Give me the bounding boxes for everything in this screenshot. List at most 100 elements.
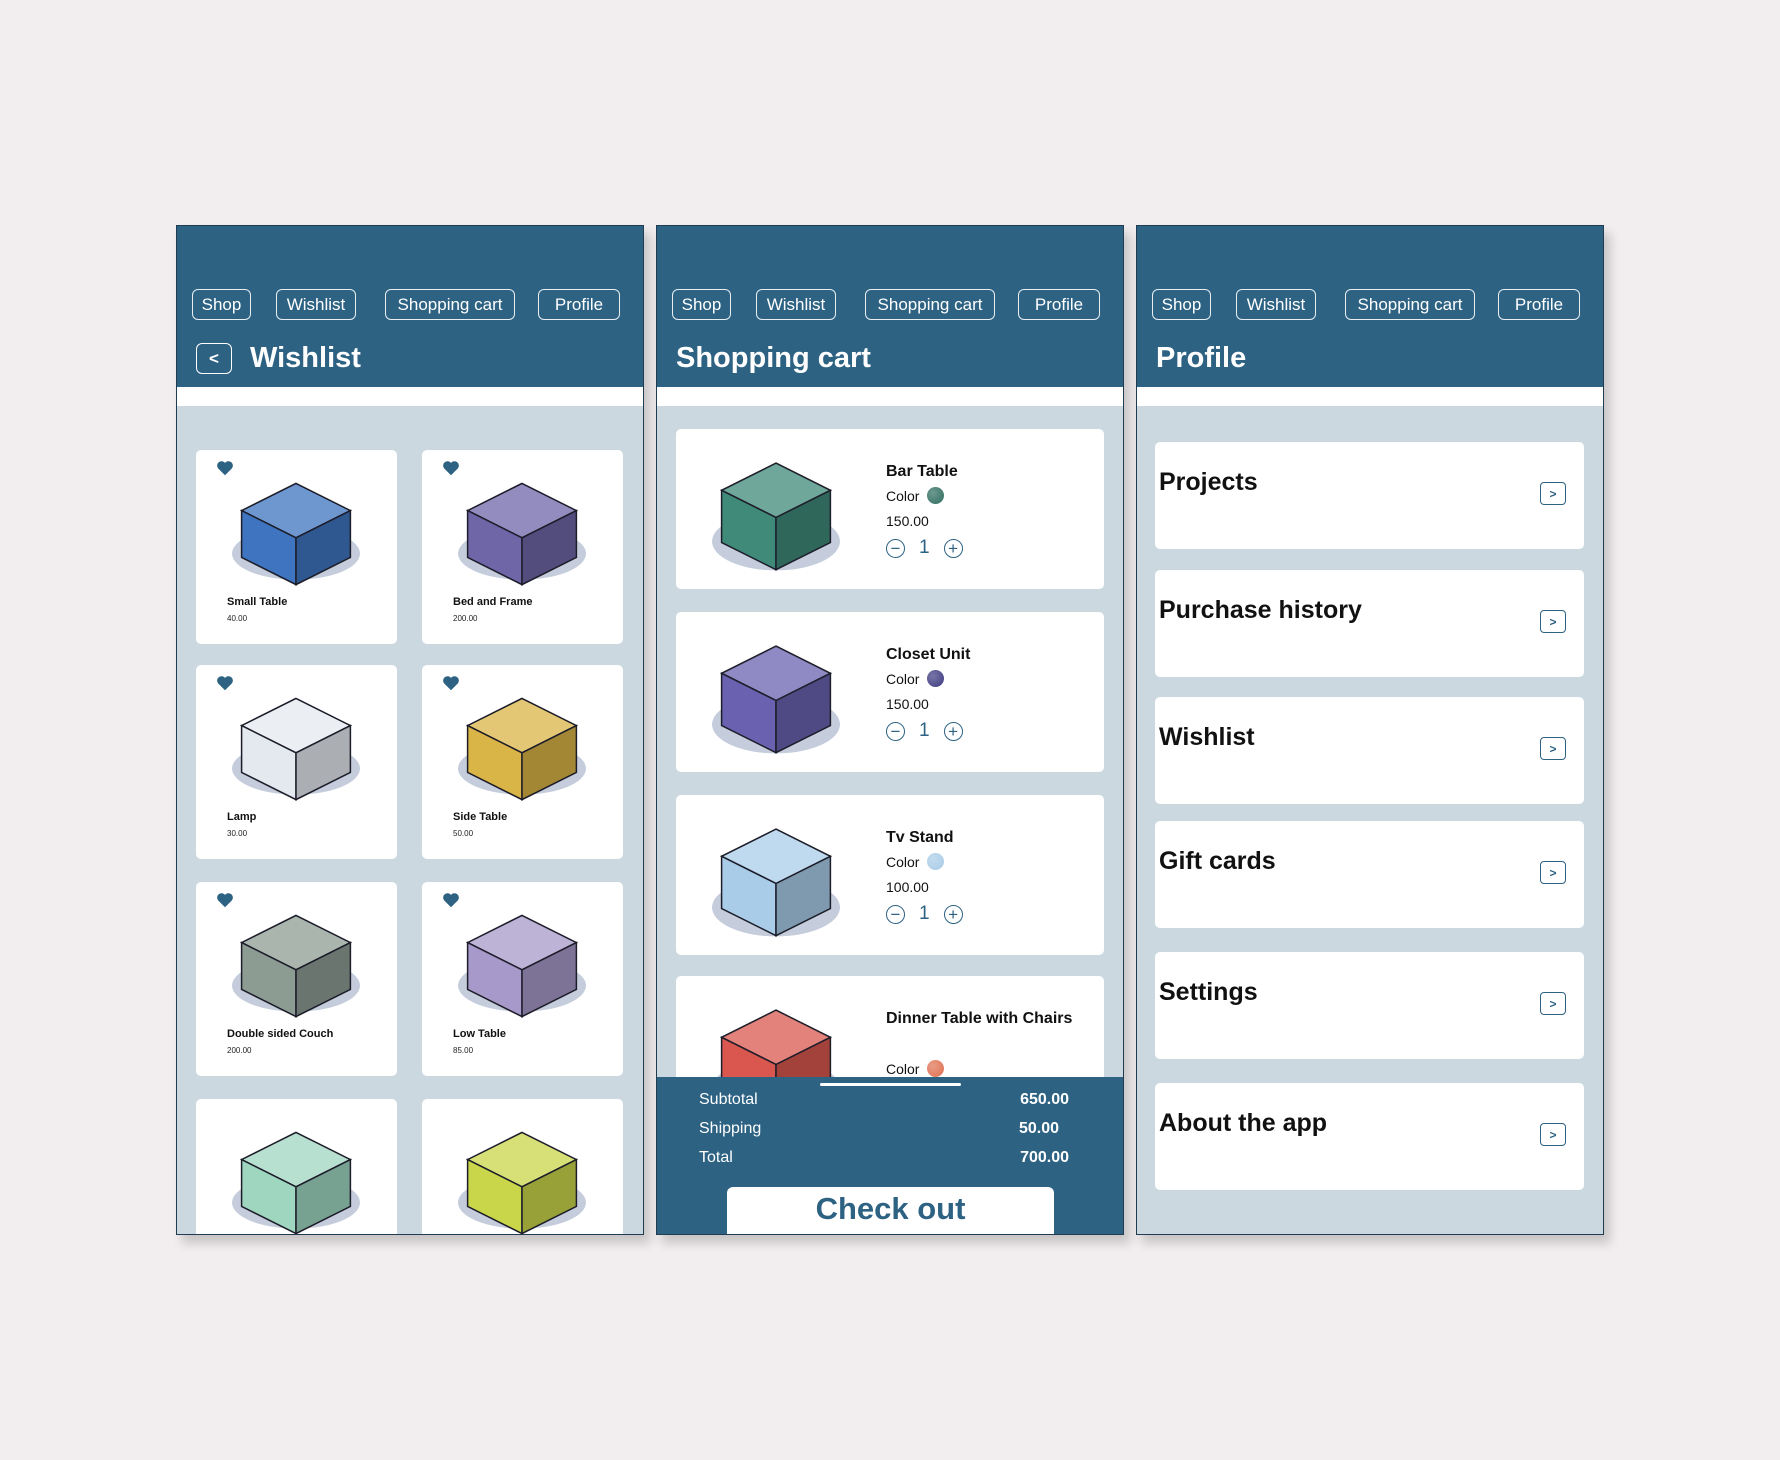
heart-icon[interactable] <box>442 892 460 908</box>
color-row: Color <box>886 1060 945 1077</box>
product-price: 200.00 <box>227 1046 252 1055</box>
heart-icon[interactable] <box>216 460 234 476</box>
nav-profile-button[interactable]: Profile <box>538 289 620 320</box>
color-label: Color <box>886 670 920 687</box>
profile-item-wishlist[interactable]: Wishlist > <box>1155 697 1584 804</box>
minus-icon[interactable]: − <box>886 904 905 924</box>
quantity-stepper: − 1 + <box>886 720 963 742</box>
value: 50.00 <box>1018 1120 1059 1137</box>
heart-icon[interactable] <box>442 460 460 476</box>
product-image <box>232 914 360 1018</box>
shopping-cart-screen: Shop Wishlist Shopping cart Profile Shoppin… <box>656 225 1124 1235</box>
page-title: Profile <box>1156 342 1247 374</box>
chevron-right-icon[interactable]: > <box>1540 482 1566 505</box>
nav-wishlist-button[interactable]: Wishlist <box>756 289 836 320</box>
value: 700.00 <box>1020 1149 1069 1166</box>
wishlist-item[interactable]: Side Table 50.00 <box>422 665 623 859</box>
chevron-right-icon[interactable]: > <box>1540 861 1566 884</box>
nav-shop-button[interactable]: Shop <box>672 289 731 320</box>
quantity-value: 1 <box>919 537 930 558</box>
product-name: Lamp <box>227 811 257 823</box>
page-title: Shopping cart <box>676 342 871 374</box>
product-price: 85.00 <box>453 1046 474 1055</box>
wishlist-item[interactable]: Small Table 40.00 <box>196 450 397 644</box>
nav-shopping-cart-button[interactable]: Shopping cart <box>865 289 995 320</box>
summary-subtotal: Subtotal 650.00 <box>699 1091 1069 1109</box>
color-swatch[interactable] <box>927 670 945 687</box>
cart-item: Closet Unit Color 150.00 − 1 + <box>676 612 1104 772</box>
profile-item-settings[interactable]: Settings > <box>1155 952 1584 1059</box>
summary-total: Total 700.00 <box>699 1149 1069 1167</box>
product-image <box>458 914 586 1018</box>
cart-summary: Subtotal 650.00 Shipping 50.00 Total 700.00… <box>657 1077 1123 1234</box>
nav-shop-button[interactable]: Shop <box>1152 289 1211 320</box>
nav-profile-button[interactable]: Profile <box>1018 289 1100 320</box>
header-strip <box>177 387 643 406</box>
label: Subtotal <box>699 1091 758 1108</box>
product-image <box>712 462 840 571</box>
wishlist-item[interactable] <box>196 1099 397 1234</box>
cart-item: Bar Table Color 150.00 − 1 + <box>676 429 1104 589</box>
heart-icon[interactable] <box>216 675 234 691</box>
nav-wishlist-button[interactable]: Wishlist <box>276 289 356 320</box>
plus-icon[interactable]: + <box>943 721 963 741</box>
label: Shipping <box>699 1120 762 1137</box>
color-swatch[interactable] <box>927 853 945 870</box>
chevron-right-icon[interactable]: > <box>1540 1123 1566 1146</box>
nav-wishlist-button[interactable]: Wishlist <box>1236 289 1316 320</box>
color-label: Color <box>886 1060 920 1077</box>
label: Total <box>699 1149 733 1166</box>
cart-item: Tv Stand Color 100.00 − 1 + <box>676 795 1104 955</box>
wishlist-item[interactable]: Double sided Couch 200.00 <box>196 882 397 1076</box>
color-label: Color <box>886 487 920 504</box>
menu-label: Settings <box>1159 978 1258 1006</box>
color-row: Color <box>886 487 945 504</box>
product-name: Side Table <box>453 811 508 823</box>
plus-icon[interactable]: + <box>943 538 963 558</box>
menu-label: Wishlist <box>1159 723 1255 751</box>
product-price: 30.00 <box>227 829 248 838</box>
wishlist-item[interactable] <box>422 1099 623 1234</box>
nav-shopping-cart-button[interactable]: Shopping cart <box>385 289 515 320</box>
nav-profile-button[interactable]: Profile <box>1498 289 1580 320</box>
drag-handle[interactable] <box>820 1083 961 1086</box>
product-image <box>712 645 840 754</box>
color-label: Color <box>886 853 920 870</box>
profile-item-gift-cards[interactable]: Gift cards > <box>1155 821 1584 928</box>
header-strip <box>657 387 1123 406</box>
profile-item-purchase-history[interactable]: Purchase history > <box>1155 570 1584 677</box>
menu-label: Gift cards <box>1159 847 1276 875</box>
color-swatch[interactable] <box>927 1060 945 1077</box>
product-name: Bar Table <box>886 463 958 480</box>
wishlist-item[interactable]: Lamp 30.00 <box>196 665 397 859</box>
quantity-value: 1 <box>919 903 930 924</box>
nav-shop-button[interactable]: Shop <box>192 289 251 320</box>
summary-shipping: Shipping 50.00 <box>699 1120 1069 1138</box>
heart-icon[interactable] <box>216 892 234 908</box>
plus-icon[interactable]: + <box>943 904 963 924</box>
color-row: Color <box>886 670 945 687</box>
minus-icon[interactable]: − <box>886 538 905 558</box>
product-image <box>458 482 586 586</box>
chevron-right-icon[interactable]: > <box>1540 610 1566 633</box>
product-name: Closet Unit <box>886 646 971 663</box>
nav-shopping-cart-button[interactable]: Shopping cart <box>1345 289 1475 320</box>
minus-icon[interactable]: − <box>886 721 905 741</box>
product-name: Small Table <box>227 596 288 608</box>
color-swatch[interactable] <box>927 487 945 504</box>
product-image <box>232 697 360 801</box>
chevron-right-icon[interactable]: > <box>1540 992 1566 1015</box>
profile-screen: Shop Wishlist Shopping cart Profile Profile… <box>1136 225 1604 1235</box>
wishlist-item[interactable]: Bed and Frame 200.00 <box>422 450 623 644</box>
checkout-button[interactable]: Check out <box>727 1187 1054 1234</box>
profile-item-projects[interactable]: Projects > <box>1155 442 1584 549</box>
product-name: Bed and Frame <box>453 596 533 608</box>
heart-icon[interactable] <box>442 675 460 691</box>
product-price: 50.00 <box>453 829 474 838</box>
back-button[interactable]: < <box>196 343 232 374</box>
wishlist-item[interactable]: Low Table 85.00 <box>422 882 623 1076</box>
product-image <box>458 697 586 801</box>
chevron-right-icon[interactable]: > <box>1540 737 1566 760</box>
quantity-value: 1 <box>919 720 930 741</box>
profile-item-about-the-app[interactable]: About the app > <box>1155 1083 1584 1190</box>
